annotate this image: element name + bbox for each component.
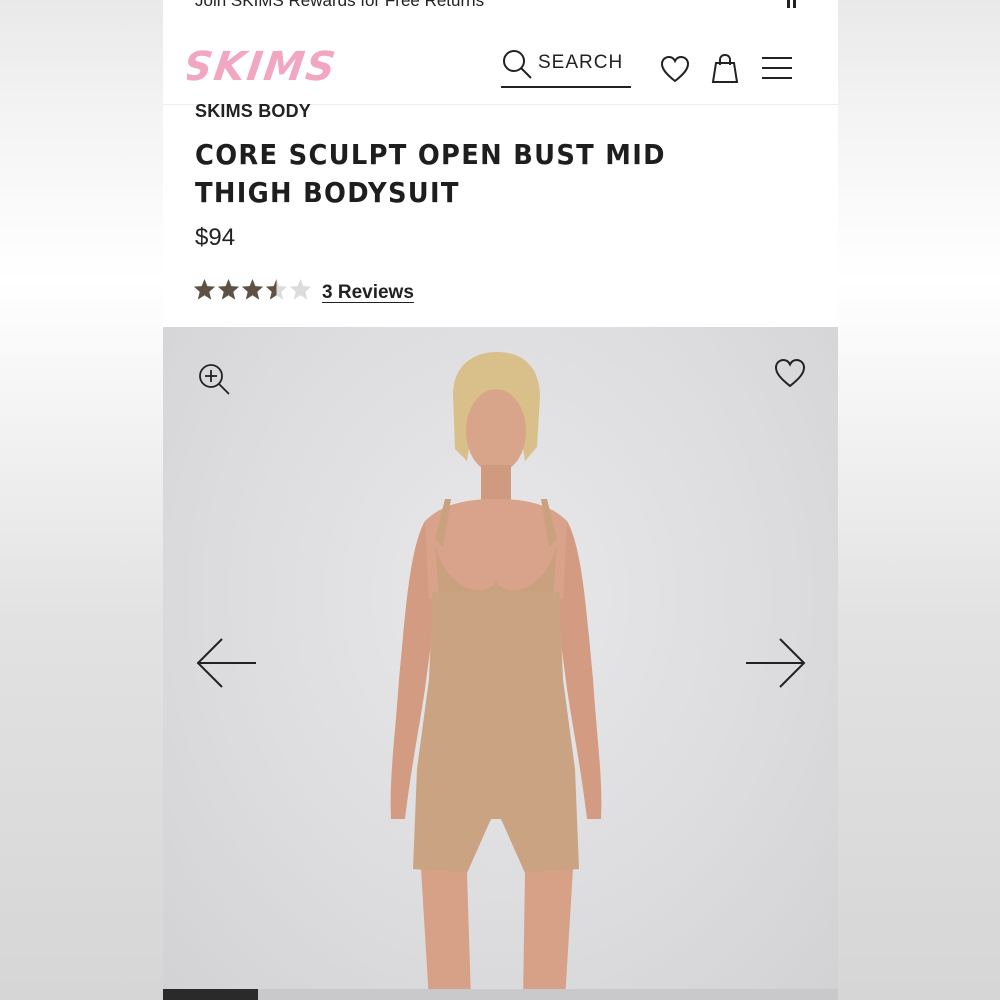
star-icon [241, 278, 264, 300]
star-icon [217, 278, 240, 300]
star-icon [193, 278, 216, 300]
promo-text: Join SKIMS Rewards for Free Returns [195, 0, 485, 10]
product-title: CORE SCULPT OPEN BUST MID THIGH BODYSUIT [195, 138, 666, 209]
product-brand[interactable]: SKIMS BODY [195, 101, 311, 122]
product-photo-model [390, 352, 602, 1000]
logo-text: SKIMS [187, 44, 340, 90]
promo-banner[interactable]: Join SKIMS Rewards for Free Returns [163, 0, 838, 31]
search-field[interactable]: SEARCH [501, 46, 631, 88]
arrow-left-icon[interactable] [196, 637, 258, 689]
menu-icon[interactable] [761, 56, 793, 80]
reviews-link[interactable]: 3 Reviews [322, 282, 414, 304]
product-price: $94 [195, 224, 236, 251]
pause-icon[interactable] [785, 0, 797, 8]
star-icon [289, 278, 312, 300]
star-rating[interactable] [193, 278, 312, 301]
gallery-progress-bar [163, 989, 838, 1000]
search-icon [503, 50, 532, 79]
star-icon [265, 278, 288, 300]
shopping-bag-icon[interactable] [710, 52, 740, 84]
skims-logo[interactable]: SKIMS [187, 42, 347, 90]
gallery-progress-fill [163, 989, 258, 1000]
product-image-gallery[interactable] [163, 327, 838, 1000]
zoom-in-icon[interactable] [197, 362, 231, 396]
heart-icon[interactable] [660, 55, 690, 83]
search-label: SEARCH [538, 52, 624, 73]
heart-icon[interactable] [774, 358, 806, 388]
site-header: SKIMS SEARCH [163, 30, 838, 105]
arrow-right-icon[interactable] [744, 637, 806, 689]
mobile-page: Join SKIMS Rewards for Free Returns SKIM… [163, 0, 838, 1000]
